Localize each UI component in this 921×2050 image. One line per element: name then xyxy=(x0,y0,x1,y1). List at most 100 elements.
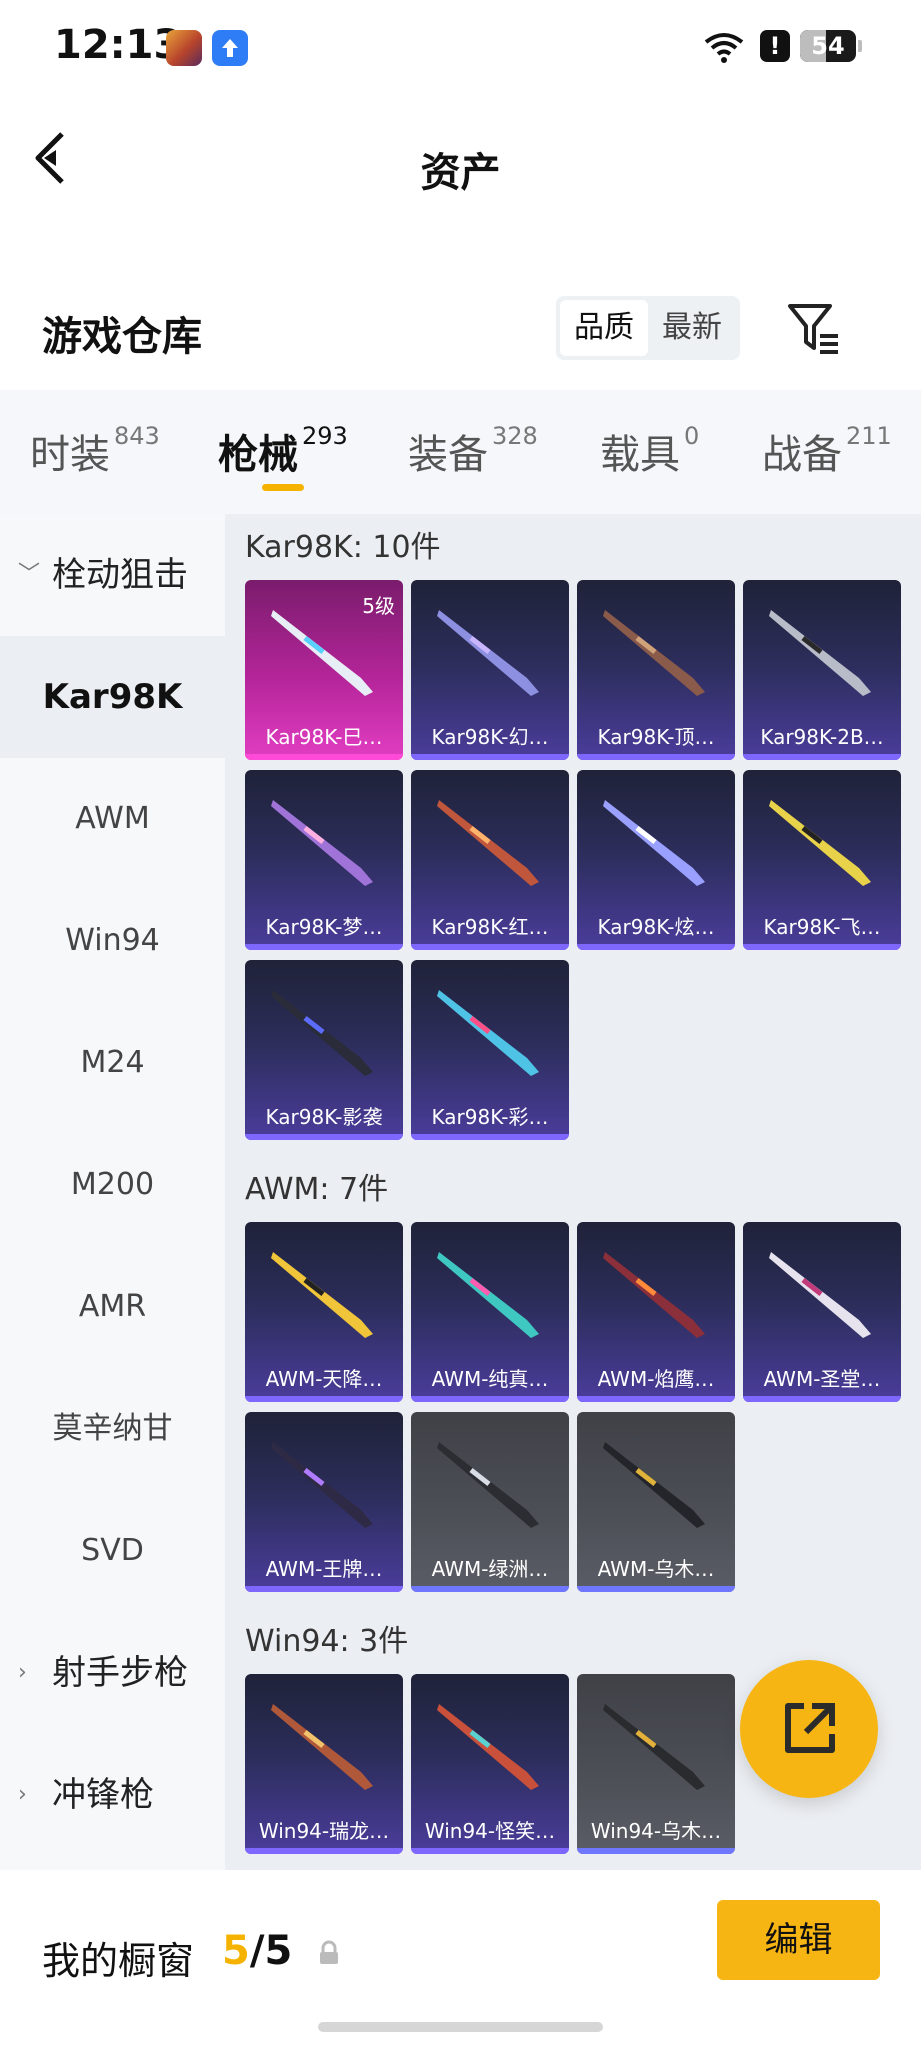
item-card[interactable]: AWM-纯真… xyxy=(411,1222,569,1402)
tab-count: 843 xyxy=(114,422,160,450)
section-title-win94: Win94: 3件 xyxy=(245,1624,409,1659)
item-name: Kar98K-顶… xyxy=(597,725,715,749)
sort-newest-button[interactable]: 最新 xyxy=(648,300,736,356)
game-app-icon xyxy=(166,30,202,66)
tab-label: 时装 xyxy=(30,432,110,478)
item-name: Win94-怪笑… xyxy=(424,1819,556,1843)
tier-bar xyxy=(743,754,901,760)
rifle-icon xyxy=(603,1442,705,1528)
item-name: Kar98K-影袭 xyxy=(265,1105,383,1129)
section-title-awm: AWM: 7件 xyxy=(245,1172,389,1207)
edit-button[interactable]: 编辑 xyxy=(717,1900,880,1980)
nav-group-label: 冲锋枪 xyxy=(52,1775,154,1815)
rifle-icon xyxy=(271,1442,373,1528)
tab-equipment[interactable]: 装备 328 xyxy=(408,422,538,480)
nav-item-mosin[interactable]: 莫辛纳甘 xyxy=(0,1368,225,1490)
item-card[interactable]: AWM-绿洲… xyxy=(411,1412,569,1592)
share-button[interactable] xyxy=(740,1660,878,1798)
item-name: AWM-纯真… xyxy=(431,1367,549,1391)
item-card[interactable]: AWM-焰鹰… xyxy=(577,1222,735,1402)
tab-label: 装备 xyxy=(408,432,488,478)
alert-icon: ! xyxy=(760,30,790,62)
tier-bar xyxy=(245,1586,403,1592)
status-time: 12:13 xyxy=(54,22,182,68)
item-card[interactable]: Kar98K-影袭 xyxy=(245,960,403,1140)
rifle-icon xyxy=(769,800,871,886)
item-card[interactable]: Kar98K-梦… xyxy=(245,770,403,950)
tier-bar xyxy=(743,1396,901,1402)
nav-group-smg[interactable]: › 冲锋枪 xyxy=(0,1734,225,1856)
item-card[interactable]: Kar98K-顶… xyxy=(577,580,735,760)
sort-quality-button[interactable]: 品质 xyxy=(560,300,648,356)
chevron-right-icon: › xyxy=(18,1660,27,1685)
tab-guns[interactable]: 枪械 293 xyxy=(218,422,348,480)
nav-item-win94[interactable]: Win94 xyxy=(0,880,225,1002)
item-card[interactable]: Win94-瑞龙… xyxy=(245,1674,403,1854)
nav-item-amr[interactable]: AMR xyxy=(0,1246,225,1368)
nav-item-awm[interactable]: AWM xyxy=(0,758,225,880)
nav-item-kar98k[interactable]: Kar98K xyxy=(0,636,225,758)
rifle-icon xyxy=(271,800,373,886)
warehouse-title: 游戏仓库 xyxy=(42,314,202,360)
tab-fashion[interactable]: 时装 843 xyxy=(30,422,160,480)
item-name: AWM-焰鹰… xyxy=(597,1367,715,1391)
filter-button[interactable] xyxy=(786,300,842,356)
item-card[interactable]: Win94-乌木… xyxy=(577,1674,735,1854)
item-card[interactable]: AWM-乌木… xyxy=(577,1412,735,1592)
item-card[interactable]: 5级 Kar98K-巳… xyxy=(245,580,403,760)
item-card[interactable]: Kar98K-炫… xyxy=(577,770,735,950)
item-name: Kar98K-彩… xyxy=(431,1105,549,1129)
tab-label: 载具 xyxy=(600,432,680,478)
rifle-icon xyxy=(437,1704,539,1790)
filter-icon xyxy=(788,304,838,354)
rifle-icon xyxy=(271,1252,373,1338)
page-title: 资产 xyxy=(420,150,501,196)
item-name: AWM-王牌… xyxy=(265,1557,383,1581)
item-name: Kar98K-梦… xyxy=(265,915,383,939)
item-card[interactable]: AWM-圣堂… xyxy=(743,1222,901,1402)
rifle-icon xyxy=(437,800,539,886)
nav-item-m200[interactable]: M200 xyxy=(0,1124,225,1246)
nav-group-bolt-sniper[interactable]: ﹀ 栓动狙击 xyxy=(0,514,225,636)
sort-toggle: 品质 最新 xyxy=(556,296,740,360)
item-name: AWM-天降… xyxy=(265,1367,383,1391)
tab-vehicles[interactable]: 载具 0 xyxy=(600,422,699,480)
showcase-total: 5 xyxy=(264,1928,293,1974)
tab-supplies[interactable]: 战备 211 xyxy=(762,422,892,480)
showcase-slash: / xyxy=(249,1928,265,1974)
tab-count: 293 xyxy=(302,422,348,450)
rifle-icon xyxy=(437,1252,539,1338)
nav-group-marksman[interactable]: › 射手步枪 xyxy=(0,1612,225,1734)
battery-level: 54 xyxy=(811,32,845,60)
item-card[interactable]: Kar98K-2B… xyxy=(743,580,901,760)
rifle-icon xyxy=(603,1252,705,1338)
item-card[interactable]: AWM-天降… xyxy=(245,1222,403,1402)
tier-bar xyxy=(245,754,403,760)
battery-icon: 54 xyxy=(800,30,856,62)
item-card[interactable]: Win94-怪笑… xyxy=(411,1674,569,1854)
item-card[interactable]: Kar98K-幻… xyxy=(411,580,569,760)
item-card[interactable]: Kar98K-红… xyxy=(411,770,569,950)
tier-bar xyxy=(743,944,901,950)
item-card[interactable]: AWM-王牌… xyxy=(245,1412,403,1592)
item-name: Kar98K-巳… xyxy=(265,725,383,749)
side-nav: ﹀ 栓动狙击 Kar98K AWM Win94 M24 M200 AMR 莫辛纳… xyxy=(0,514,225,1870)
item-card[interactable]: Kar98K-飞… xyxy=(743,770,901,950)
upload-app-icon xyxy=(212,30,248,66)
tier-bar xyxy=(411,1396,569,1402)
status-bar: 12:13 ! 54 xyxy=(0,0,921,100)
nav-item-m24[interactable]: M24 xyxy=(0,1002,225,1124)
active-tab-indicator xyxy=(262,484,304,491)
nav-item-svd[interactable]: SVD xyxy=(0,1490,225,1612)
item-card[interactable]: Kar98K-彩… xyxy=(411,960,569,1140)
tier-bar xyxy=(577,1848,735,1854)
rifle-icon xyxy=(769,610,871,696)
showcase-current: 5 xyxy=(222,1928,250,1974)
tab-count: 211 xyxy=(846,422,892,450)
item-name: Kar98K-2B… xyxy=(760,725,884,749)
tier-bar xyxy=(411,1586,569,1592)
rifle-icon xyxy=(603,1704,705,1790)
section-title-kar98k: Kar98K: 10件 xyxy=(245,530,441,565)
battery-tip xyxy=(858,40,862,52)
rifle-icon xyxy=(603,800,705,886)
